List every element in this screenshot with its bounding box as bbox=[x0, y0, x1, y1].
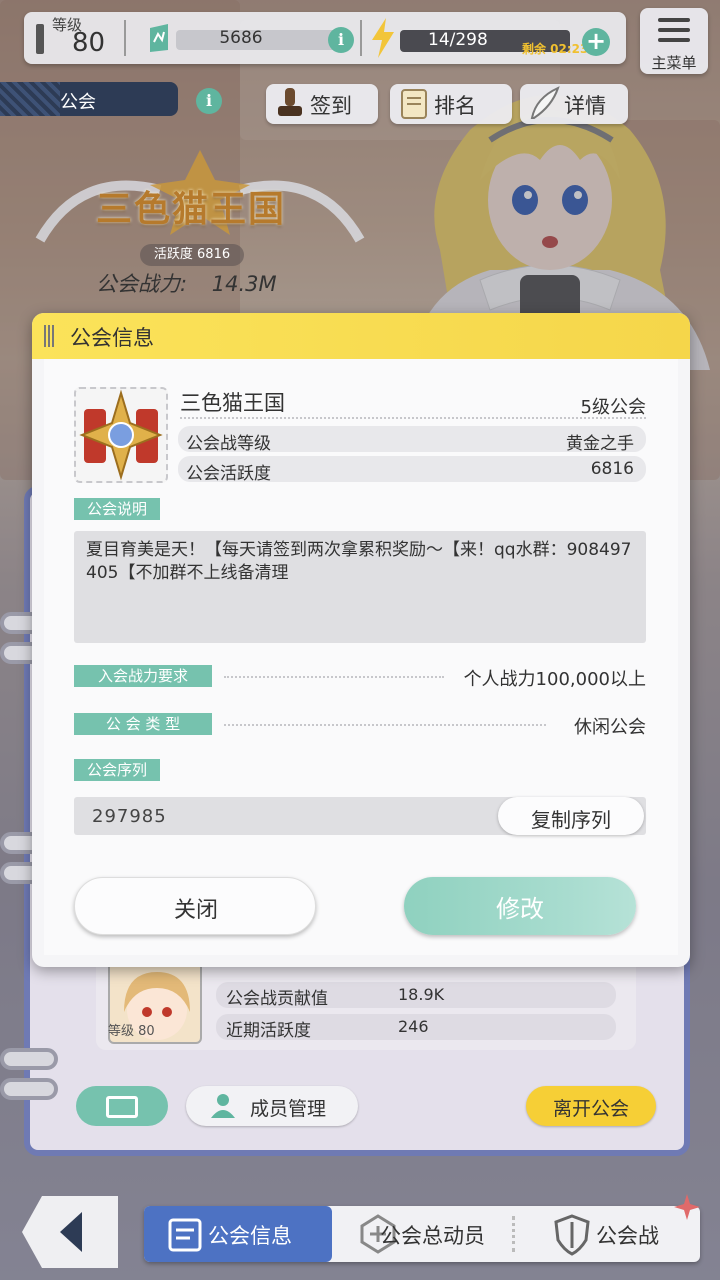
scroll-icon bbox=[401, 89, 427, 119]
main-menu-button[interactable]: 主菜单 bbox=[640, 8, 708, 74]
hamburger-icon bbox=[658, 18, 690, 44]
main-menu-label: 主菜单 bbox=[651, 54, 697, 72]
requirement-tag: 入会战力要求 bbox=[74, 665, 212, 687]
binder-ring bbox=[0, 1078, 58, 1100]
stamina-icon bbox=[150, 24, 168, 52]
edit-label: 修改 bbox=[496, 895, 544, 923]
serial-value: 297985 bbox=[92, 806, 167, 827]
guild-type-value: 休闲公会 bbox=[574, 717, 646, 738]
guild-tab: 公会 bbox=[0, 82, 178, 116]
guild-info-dialog: 公会信息 三色猫王国 5级公会 公会战等级 黄金之手 公会活跃度 6816 公会… bbox=[32, 313, 690, 967]
members-icon bbox=[211, 1094, 235, 1118]
guild-activity-value: 6816 bbox=[590, 459, 634, 479]
member-activity-value: 246 bbox=[398, 1017, 429, 1036]
guild-type-tag: 公 会 类 型 bbox=[74, 713, 212, 735]
divider bbox=[224, 676, 444, 678]
copy-serial-label: 复制序列 bbox=[531, 808, 611, 832]
tab-guild-info[interactable]: 公会信息 bbox=[144, 1206, 332, 1262]
activity-badge: 活跃度 6816 bbox=[140, 244, 244, 266]
guild-war-level-label: 公会战等级 bbox=[186, 434, 271, 454]
guild-power-label: 公会战力: bbox=[96, 272, 188, 296]
details-button[interactable]: 详情 bbox=[520, 84, 628, 124]
tab-guild-war-label: 公会战 bbox=[596, 1224, 659, 1248]
dialog-title: 公会信息 bbox=[70, 326, 154, 350]
leave-guild-label: 离开公会 bbox=[552, 1098, 629, 1120]
crest-icon bbox=[79, 389, 163, 481]
lightning-icon bbox=[372, 18, 394, 58]
ranking-button[interactable]: 排名 bbox=[390, 84, 512, 124]
member-contribution-value: 18.9K bbox=[398, 985, 445, 1004]
dialog-header: 公会信息 bbox=[32, 313, 690, 359]
guild-crest bbox=[74, 387, 168, 483]
divider bbox=[360, 20, 362, 56]
description-text: 夏目育美是天！【每天请签到两次拿累积奖励～【来！qq水群：908497405【不… bbox=[86, 540, 632, 583]
guild-name: 三色猫王国 bbox=[180, 391, 285, 415]
back-button[interactable] bbox=[22, 1196, 118, 1268]
tab-guild-mobilization[interactable]: 公会总动员 bbox=[332, 1206, 512, 1262]
level-value: 80 bbox=[72, 28, 106, 58]
nav-divider bbox=[512, 1216, 515, 1252]
guild-info-icon[interactable]: i bbox=[196, 88, 222, 114]
edit-button[interactable]: 修改 bbox=[404, 877, 636, 935]
guild-power: 公会战力: 14.3M bbox=[96, 268, 277, 298]
bottom-nav: 公会信息 公会总动员 公会战 bbox=[144, 1206, 700, 1262]
energy-value: 14/298 bbox=[428, 30, 488, 50]
shield-icon bbox=[554, 1214, 590, 1256]
status-bar: 等级 80 5686 i 14/298 剩余 02:23 + bbox=[24, 12, 626, 64]
mail-button[interactable] bbox=[76, 1086, 168, 1126]
ranking-label: 排名 bbox=[434, 94, 476, 118]
close-label: 关闭 bbox=[173, 898, 218, 923]
guild-power-value: 14.3M bbox=[211, 272, 277, 296]
member-contribution-label: 公会战贡献值 bbox=[226, 989, 328, 1009]
details-label: 详情 bbox=[564, 94, 606, 118]
sparkle-icon bbox=[674, 1194, 700, 1220]
stamp-icon bbox=[278, 88, 302, 116]
checkin-label: 签到 bbox=[310, 94, 352, 118]
member-management-label: 成员管理 bbox=[250, 1098, 327, 1120]
stamina-value: 5686 bbox=[219, 28, 263, 48]
guild-tab-label: 公会 bbox=[60, 92, 96, 113]
guild-level: 5级公会 bbox=[580, 397, 646, 418]
grip-icon bbox=[44, 325, 56, 347]
tab-guild-info-label: 公会信息 bbox=[208, 1224, 292, 1248]
description-tag: 公会说明 bbox=[74, 498, 160, 520]
copy-serial-button[interactable]: 复制序列 bbox=[498, 797, 644, 835]
level-bar bbox=[36, 24, 44, 54]
add-energy-button[interactable]: + bbox=[582, 28, 610, 56]
guild-war-level-value: 黄金之手 bbox=[566, 434, 634, 454]
guild-war-level-row: 公会战等级 黄金之手 bbox=[178, 426, 646, 454]
divider bbox=[224, 724, 546, 726]
divider bbox=[180, 417, 646, 419]
tab-guild-mobilization-label: 公会总动员 bbox=[380, 1224, 485, 1248]
mail-icon bbox=[106, 1096, 138, 1118]
checkin-button[interactable]: 签到 bbox=[266, 84, 378, 124]
close-button[interactable]: 关闭 bbox=[74, 877, 316, 935]
member-management-button[interactable]: 成员管理 bbox=[186, 1086, 358, 1126]
requirement-value: 个人战力100,000以上 bbox=[463, 669, 646, 690]
divider bbox=[124, 20, 126, 56]
binder-ring bbox=[0, 1048, 58, 1070]
member-contribution-row: 公会战贡献值 18.9K bbox=[216, 982, 616, 1009]
description-box: 夏目育美是天！【每天请签到两次拿累积奖励～【来！qq水群：908497405【不… bbox=[74, 531, 646, 643]
quill-icon bbox=[530, 86, 560, 119]
guild-activity-label: 公会活跃度 bbox=[186, 464, 271, 484]
member-activity-row: 近期活跃度 246 bbox=[216, 1014, 616, 1041]
member-activity-label: 近期活跃度 bbox=[226, 1021, 311, 1041]
guild-info-tab-icon bbox=[168, 1218, 202, 1252]
energy-timer: 剩余 02:23 bbox=[522, 42, 589, 56]
guild-name-banner: 三色猫王国 bbox=[96, 189, 287, 230]
stamina-info-icon[interactable]: i bbox=[328, 27, 354, 53]
guild-activity-row: 公会活跃度 6816 bbox=[178, 456, 646, 484]
member-level: 等级 80 bbox=[108, 1024, 155, 1039]
leave-guild-button[interactable]: 离开公会 bbox=[526, 1086, 656, 1126]
serial-tag: 公会序列 bbox=[74, 759, 160, 781]
